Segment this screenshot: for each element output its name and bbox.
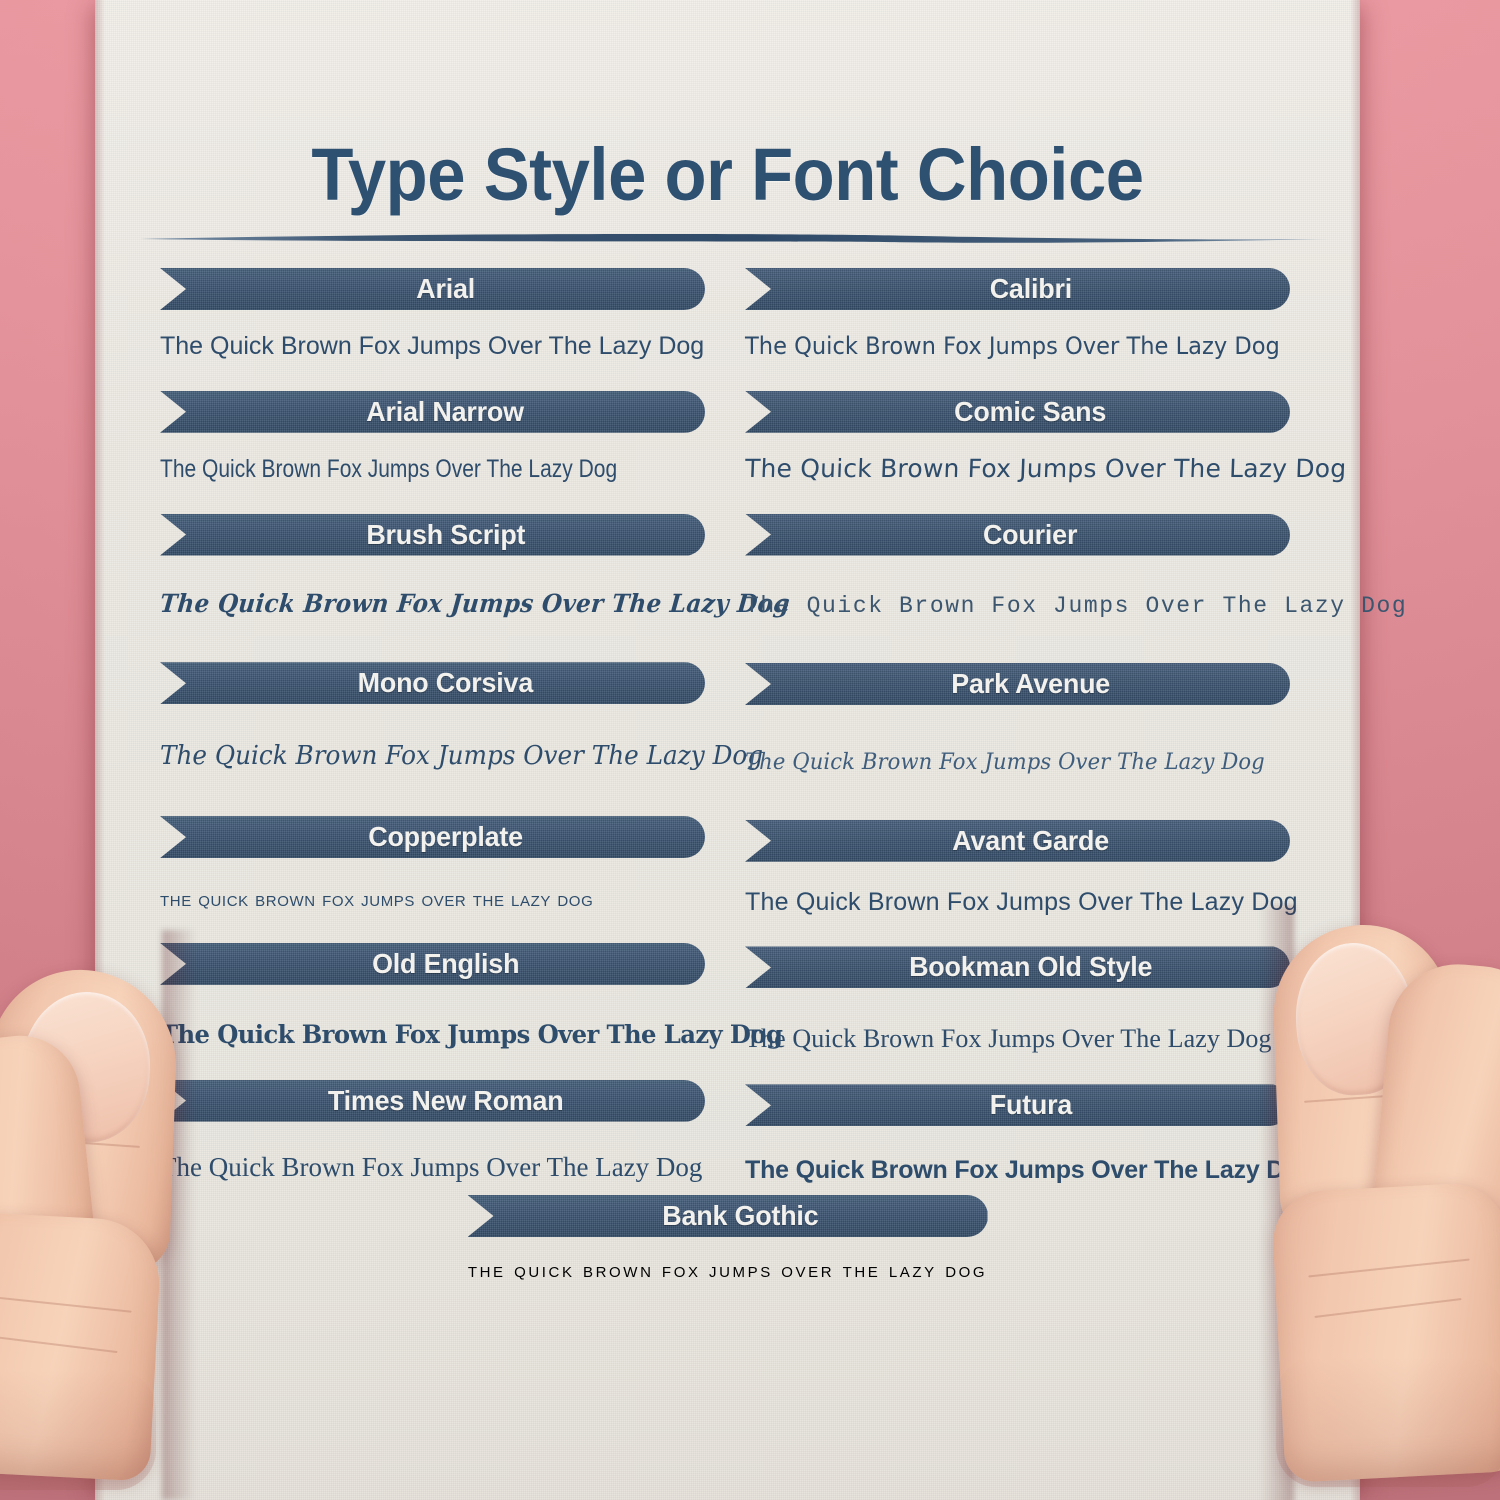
screenshot-stage: Type Style or Font Choice Arial The Quic… xyxy=(0,0,1500,1500)
font-entry-courier: Courier The Quick Brown Fox Jumps Over T… xyxy=(745,513,1406,619)
font-entry-bank-gothic: Bank Gothic The Quick Brown Fox Jumps Ov… xyxy=(95,1195,1360,1283)
font-name-label: Futura xyxy=(989,1089,1072,1121)
font-ribbon-park-avenue[interactable]: Park Avenue xyxy=(745,662,1290,705)
sample-text: The Quick Brown Fox Jumps Over The Lazy … xyxy=(467,1259,988,1282)
font-ribbon-avant-garde[interactable]: Avant Garde xyxy=(745,819,1290,862)
font-entry-brush-script: Brush Script The Quick Brown Fox Jumps O… xyxy=(159,513,792,619)
font-sample-copperplate: The Quick Brown Fox Jumps Over The Lazy … xyxy=(160,884,705,913)
font-ribbon-mono-corsiva[interactable]: Mono Corsiva xyxy=(160,662,705,705)
font-entry-times-new-roman: Times New Roman The Quick Brown Fox Jump… xyxy=(160,1079,705,1183)
font-ribbon-copperplate[interactable]: Copperplate xyxy=(160,816,705,859)
font-ribbon-arial[interactable]: Arial xyxy=(160,268,705,310)
font-sample-park-avenue: The Quick Brown Fox Jumps Over The Lazy … xyxy=(745,747,1290,776)
font-name-label: Comic Sans xyxy=(954,395,1107,427)
font-name-label: Copperplate xyxy=(368,821,523,853)
font-name-label: Arial Narrow xyxy=(366,395,525,427)
font-name-label: Brush Script xyxy=(365,518,525,550)
font-ribbon-bookman-old-style[interactable]: Bookman Old Style xyxy=(745,946,1290,989)
sample-text: The Quick Brown Fox Jumps Over The Lazy … xyxy=(160,1019,783,1049)
font-entry-copperplate: Copperplate The Quick Brown Fox Jumps Ov… xyxy=(160,816,705,913)
font-name-label: Times New Roman xyxy=(327,1084,564,1116)
font-sample-courier: The Quick Brown Fox Jumps Over The Lazy … xyxy=(745,590,1406,619)
font-sample-avant-garde: The Quick Brown Fox Jumps Over The Lazy … xyxy=(745,888,1298,917)
font-ribbon-courier[interactable]: Courier xyxy=(745,513,1290,556)
font-ribbon-futura[interactable]: Futura xyxy=(745,1084,1290,1127)
sample-text: The Quick Brown Fox Jumps Over The Lazy … xyxy=(160,888,594,912)
font-name-label: Avant Garde xyxy=(952,824,1109,856)
font-entry-calibri: Calibri The Quick Brown Fox Jumps Over T… xyxy=(745,268,1290,361)
sample-text: The Quick Brown Fox Jumps Over The Lazy … xyxy=(745,749,1265,775)
font-sample-futura: The Quick Brown Fox Jumps Over The Lazy … xyxy=(745,1156,1314,1185)
font-sample-bookman-old-style: The Quick Brown Fox Jumps Over The Lazy … xyxy=(745,1024,1290,1054)
font-sample-times-new-roman: The Quick Brown Fox Jumps Over The Lazy … xyxy=(160,1152,705,1183)
font-entry-mono-corsiva: Mono Corsiva The Quick Brown Fox Jumps O… xyxy=(160,662,763,772)
font-ribbon-calibri[interactable]: Calibri xyxy=(745,268,1290,310)
title-divider-rule xyxy=(140,232,1330,246)
font-name-label: Bookman Old Style xyxy=(908,951,1153,983)
sample-text: The Quick Brown Fox Jumps Over The Lazy … xyxy=(744,453,1347,483)
sample-text: The Quick Brown Fox Jumps Over The Lazy … xyxy=(160,454,618,483)
font-ribbon-comic-sans[interactable]: Comic Sans xyxy=(745,390,1290,433)
font-sample-arial: The Quick Brown Fox Jumps Over The Lazy … xyxy=(160,332,705,361)
font-ribbon-brush-script[interactable]: Brush Script xyxy=(160,513,705,556)
sample-text: The Quick Brown Fox Jumps Over The Lazy … xyxy=(158,588,792,618)
font-entry-arial: Arial The Quick Brown Fox Jumps Over The… xyxy=(160,268,705,361)
font-name-label: Old English xyxy=(371,947,520,979)
font-sample-bank-gothic: The Quick Brown Fox Jumps Over The Lazy … xyxy=(95,1259,1360,1283)
font-sample-comic-sans: The Quick Brown Fox Jumps Over The Lazy … xyxy=(745,454,1347,484)
sample-text: The Quick Brown Fox Jumps Over The Lazy … xyxy=(745,592,1408,619)
page-title: Type Style or Font Choice xyxy=(311,133,1144,216)
sample-text: The Quick Brown Fox Jumps Over The Lazy … xyxy=(745,887,1298,916)
font-ribbon-bank-gothic[interactable]: Bank Gothic xyxy=(468,1195,988,1237)
font-sample-brush-script: The Quick Brown Fox Jumps Over The Lazy … xyxy=(159,589,792,619)
sample-text: The Quick Brown Fox Jumps Over The Lazy … xyxy=(745,1024,1272,1054)
font-entry-comic-sans: Comic Sans The Quick Brown Fox Jumps Ove… xyxy=(745,390,1347,484)
font-column-left: Arial The Quick Brown Fox Jumps Over The… xyxy=(159,268,792,1183)
font-ribbon-old-english[interactable]: Old English xyxy=(160,942,705,985)
font-name-label: Courier xyxy=(983,518,1078,550)
font-entry-park-avenue: Park Avenue The Quick Brown Fox Jumps Ov… xyxy=(745,662,1290,776)
font-entry-bookman-old-style: Bookman Old Style The Quick Brown Fox Ju… xyxy=(745,946,1290,1054)
font-name-label: Bank Gothic xyxy=(662,1200,819,1231)
sample-text: The Quick Brown Fox Jumps Over The Lazy … xyxy=(745,332,1280,360)
font-name-label: Arial xyxy=(416,273,475,304)
font-entry-old-english: Old English The Quick Brown Fox Jumps Ov… xyxy=(160,942,783,1050)
font-ribbon-arial-narrow[interactable]: Arial Narrow xyxy=(160,390,705,433)
sample-text: The Quick Brown Fox Jumps Over The Lazy … xyxy=(745,1156,1315,1185)
font-entry-avant-garde: Avant Garde The Quick Brown Fox Jumps Ov… xyxy=(745,819,1298,917)
font-name-label: Calibri xyxy=(989,273,1072,304)
font-entry-arial-narrow: Arial Narrow The Quick Brown Fox Jumps O… xyxy=(160,390,705,484)
font-name-label: Mono Corsiva xyxy=(357,667,534,699)
font-sample-mono-corsiva: The Quick Brown Fox Jumps Over The Lazy … xyxy=(160,741,763,772)
font-ribbon-times-new-roman[interactable]: Times New Roman xyxy=(160,1079,705,1122)
font-column-right: Calibri The Quick Brown Fox Jumps Over T… xyxy=(745,268,1406,1185)
font-sample-calibri: The Quick Brown Fox Jumps Over The Lazy … xyxy=(745,332,1290,361)
sample-text: The Quick Brown Fox Jumps Over The Lazy … xyxy=(160,332,705,360)
sample-text: The Quick Brown Fox Jumps Over The Lazy … xyxy=(160,741,764,772)
paper-sheet: Type Style or Font Choice Arial The Quic… xyxy=(95,0,1406,1500)
font-name-label: Park Avenue xyxy=(951,667,1110,699)
font-entry-futura: Futura The Quick Brown Fox Jumps Over Th… xyxy=(745,1084,1314,1185)
sample-text: The Quick Brown Fox Jumps Over The Lazy … xyxy=(160,1151,703,1182)
font-sample-old-english: The Quick Brown Fox Jumps Over The Lazy … xyxy=(160,1020,783,1050)
font-sample-arial-narrow: The Quick Brown Fox Jumps Over The Lazy … xyxy=(160,455,705,484)
